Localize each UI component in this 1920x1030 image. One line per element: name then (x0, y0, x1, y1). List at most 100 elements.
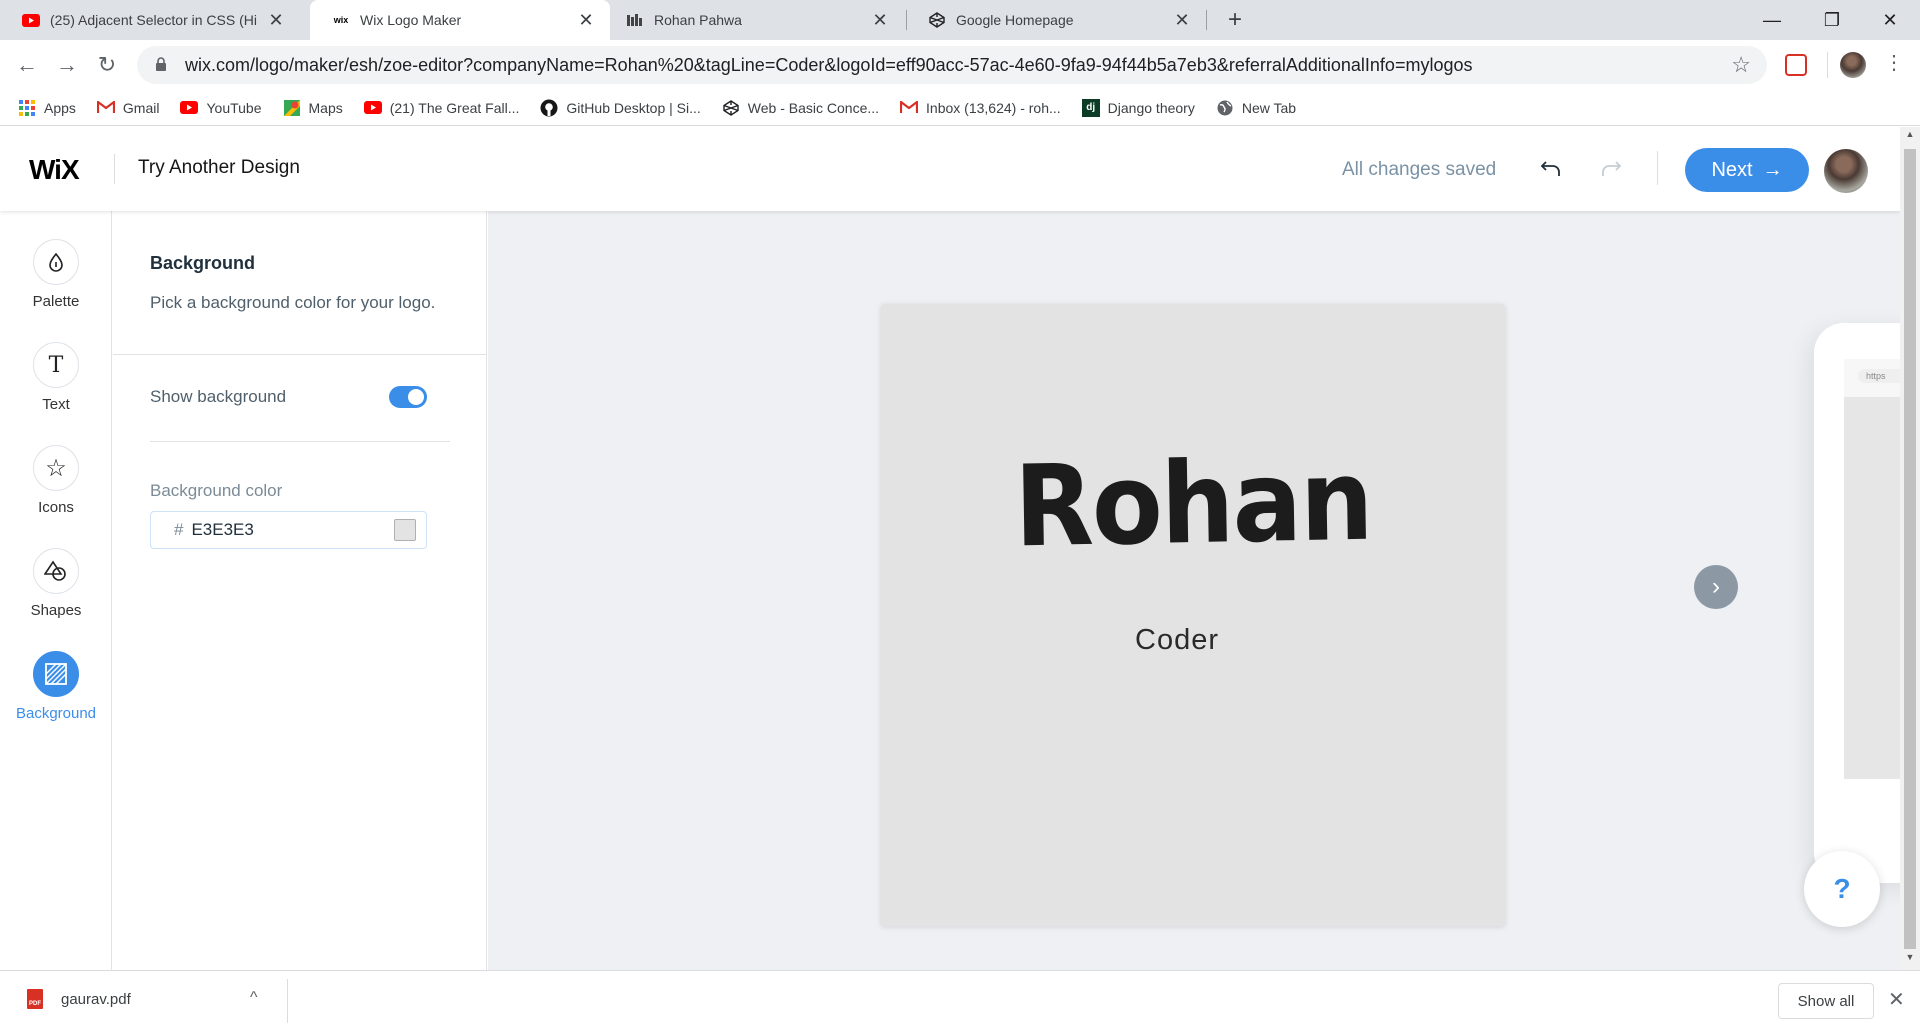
next-button[interactable]: Next → (1685, 148, 1809, 192)
bookmark-star-icon[interactable]: ☆ (1731, 52, 1751, 78)
background-panel: Background Pick a background color for y… (113, 211, 487, 970)
youtube-icon (180, 99, 199, 117)
panel-description: Pick a background color for your logo. (150, 293, 436, 312)
tab-label: Wix Logo Maker (360, 12, 462, 28)
new-tab-button[interactable]: + (1220, 4, 1250, 36)
tool-label: Text (42, 396, 70, 413)
codepen-icon (928, 11, 946, 29)
page-scrollbar[interactable]: ▲ ▼ (1900, 127, 1920, 970)
chevron-up-icon[interactable]: ^ (250, 989, 258, 1007)
try-another-design-button[interactable]: Try Another Design (138, 157, 300, 179)
tab-close-icon[interactable]: ✕ (870, 10, 890, 31)
bookmark-github-desktop[interactable]: GitHub Desktop | Si... (540, 99, 701, 117)
tool-icons[interactable]: ☆ Icons (0, 445, 112, 516)
scrollbar-thumb[interactable] (1904, 149, 1916, 949)
pocket-extension-icon[interactable] (1785, 54, 1807, 76)
show-all-button[interactable]: Show all (1778, 983, 1874, 1019)
globe-icon (1216, 99, 1234, 117)
bookmark-gmail[interactable]: Gmail (96, 99, 160, 117)
help-button[interactable]: ? (1804, 851, 1880, 927)
bookmark-youtube[interactable]: YouTube (180, 99, 262, 117)
toolbar-separator (1827, 52, 1828, 78)
bookmark-label: New Tab (1241, 99, 1297, 116)
bookmark-apps[interactable]: Apps (18, 99, 76, 117)
tab-rohan-pahwa[interactable]: Rohan Pahwa ✕ (604, 0, 904, 40)
maps-icon (283, 99, 301, 117)
background-color-input[interactable]: # E3E3E3 (150, 511, 427, 549)
bookmark-django-theory[interactable]: dj Django theory (1081, 98, 1195, 117)
bookmark-new-tab[interactable]: New Tab (1216, 99, 1296, 117)
user-avatar[interactable] (1824, 149, 1868, 193)
tab-close-icon[interactable]: ✕ (576, 10, 596, 31)
tool-shapes[interactable]: Shapes (0, 548, 112, 619)
bookmark-label: Django theory (1107, 99, 1195, 116)
device-mockup-preview: https (1814, 323, 1900, 883)
wix-logo[interactable]: WiX (29, 154, 80, 186)
apps-grid-icon (18, 99, 36, 117)
background-hatch-icon (33, 651, 79, 697)
bookmark-inbox[interactable]: Inbox (13,624) - roh... (900, 99, 1061, 117)
bookmark-label: Maps (308, 99, 343, 116)
tool-background[interactable]: Background (0, 651, 112, 722)
bookmark-label: Web - Basic Conce... (747, 99, 880, 116)
tool-palette[interactable]: Palette (0, 239, 112, 310)
tab-label: (25) Adjacent Selector in CSS (Hi (50, 12, 257, 28)
show-background-toggle[interactable] (389, 386, 427, 408)
close-window-button[interactable]: ✕ (1860, 0, 1920, 40)
forward-button[interactable]: → (50, 48, 84, 82)
restore-button[interactable]: ❐ (1802, 0, 1862, 40)
tab-youtube-adjacent-selector[interactable]: (25) Adjacent Selector in CSS (Hi ✕ (0, 0, 300, 40)
logo-preview-card[interactable]: Rohan Coder (881, 304, 1505, 926)
url-text: wix.com/logo/maker/esh/zoe-editor?compan… (185, 54, 1473, 75)
bookmark-great-fall[interactable]: (21) The Great Fall... (363, 99, 519, 117)
tool-label: Icons (38, 499, 74, 516)
panel-title: Background (150, 253, 256, 273)
codepen-icon (722, 99, 740, 117)
gmail-icon (96, 99, 115, 117)
bookmark-label: Apps (44, 99, 76, 116)
wix-logo-editor: WiX Try Another Design All changes saved… (0, 127, 1900, 970)
undo-icon[interactable] (1536, 153, 1566, 183)
save-status: All changes saved (1342, 159, 1497, 180)
tab-wix-logo-maker[interactable]: wix Wix Logo Maker ✕ (310, 0, 610, 40)
tab-close-icon[interactable]: ✕ (266, 10, 286, 31)
profile-avatar[interactable] (1840, 52, 1866, 78)
scroll-up-icon[interactable]: ▲ (1900, 129, 1920, 145)
tab-close-icon[interactable]: ✕ (1172, 10, 1192, 31)
show-background-label: Show background (150, 387, 287, 406)
download-filename: gaurav.pdf (61, 990, 131, 1008)
bookmark-label: Gmail (122, 99, 160, 116)
back-button[interactable]: ← (10, 48, 44, 82)
browser-menu-icon[interactable]: ⋮ (1884, 50, 1904, 80)
download-item[interactable]: PDF gaurav.pdf (27, 989, 131, 1009)
tool-text[interactable]: T Text (0, 342, 112, 413)
next-button-label: Next (1711, 158, 1753, 181)
bookmark-maps[interactable]: Maps (283, 99, 343, 117)
logo-tagline[interactable]: Coder (881, 624, 1473, 657)
palette-drop-icon (33, 239, 79, 285)
youtube-icon (22, 11, 40, 29)
next-preview-chevron-icon[interactable]: › (1694, 565, 1738, 609)
logo-canvas: Rohan Coder › https ? (488, 211, 1900, 970)
panel-divider (150, 441, 450, 442)
shapes-icon (33, 548, 79, 594)
bookmark-web-basic-concepts[interactable]: Web - Basic Conce... (722, 99, 879, 117)
scroll-down-icon[interactable]: ▼ (1900, 952, 1920, 968)
django-icon: dj (1081, 98, 1100, 117)
tool-label: Background (15, 705, 97, 722)
logo-company-name[interactable]: Rohan (905, 434, 1481, 575)
reload-button[interactable]: ↻ (90, 48, 124, 82)
address-bar[interactable]: wix.com/logo/maker/esh/zoe-editor?compan… (137, 46, 1767, 84)
minimize-button[interactable]: — (1742, 0, 1802, 40)
tab-google-homepage[interactable]: Google Homepage ✕ (906, 0, 1206, 40)
download-separator (287, 979, 288, 1023)
close-download-shelf-icon[interactable]: ✕ (1888, 987, 1905, 1012)
lock-icon (155, 56, 167, 74)
bookmark-label: Inbox (13,624) - roh... (926, 99, 1061, 116)
tab-separator (1206, 10, 1207, 30)
redo-icon[interactable] (1596, 153, 1626, 183)
mockup-screen: https (1844, 359, 1900, 779)
color-swatch[interactable] (394, 519, 416, 541)
background-color-value: E3E3E3 (191, 520, 254, 539)
tab-label: Rohan Pahwa (654, 12, 742, 28)
